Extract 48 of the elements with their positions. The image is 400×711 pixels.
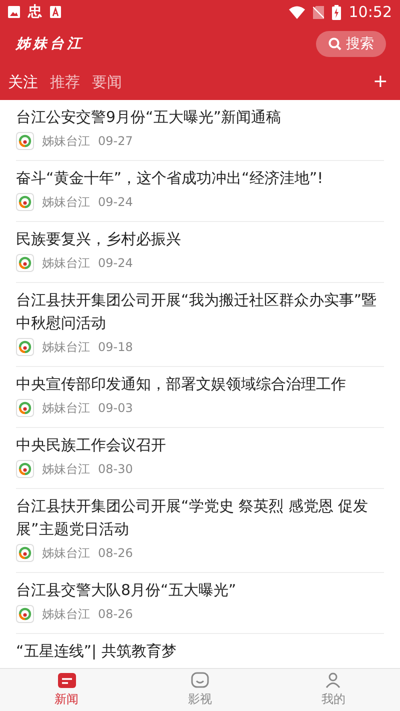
news-source: 姊妹台江 <box>42 461 90 478</box>
news-date: 09-24 <box>98 194 133 211</box>
bottom-nav-tab[interactable]: 新闻 <box>0 669 134 711</box>
news-date: 08-26 <box>98 606 133 623</box>
news-title[interactable]: 台江县交警大队8月份“五大曝光” <box>16 579 384 602</box>
news-title[interactable]: 奋斗“黄金十年”，这个省成功冲出“经济洼地”! <box>16 167 384 190</box>
news-date: 09-24 <box>98 255 133 272</box>
news-source: 姊妹台江 <box>42 606 90 623</box>
no-sim-icon <box>312 6 324 18</box>
news-title[interactable]: 台江县扶开集团公司开展“我为搬迁社区群众办实事”暨中秋慰问活动 <box>16 289 384 335</box>
news-title[interactable]: 中央民族工作会议召开 <box>16 434 384 457</box>
category-tab[interactable]: 关注 <box>8 70 38 94</box>
news-title[interactable]: 中央宣传部印发通知，部署文娱领域综合治理工作 <box>16 373 384 396</box>
news-title[interactable]: 台江县扶开集团公司开展“学党史 祭英烈 感党恩 促发展”主题党日活动 <box>16 495 384 541</box>
news-source: 姊妹台江 <box>42 339 90 356</box>
news-source: 姊妹台江 <box>42 545 90 562</box>
source-logo-icon <box>16 460 34 478</box>
source-logo-icon <box>16 544 34 562</box>
add-tab-button[interactable]: + <box>372 73 388 91</box>
app-title: 姊妹台江 <box>16 34 84 54</box>
news-title[interactable]: 民族要复兴，乡村必振兴 <box>16 228 384 251</box>
source-logo-icon <box>16 254 34 272</box>
news-date: 08-30 <box>98 461 133 478</box>
news-tab-icon <box>58 672 76 688</box>
news-date: 08-26 <box>98 545 133 562</box>
status-time: 10:52 <box>348 2 392 23</box>
picture-notification-icon <box>8 6 20 18</box>
battery-charging-icon <box>332 4 341 20</box>
source-logo-icon <box>16 605 34 623</box>
person-tab-icon <box>325 672 342 688</box>
news-source: 姊妹台江 <box>42 255 90 272</box>
search-icon <box>328 37 342 51</box>
news-title[interactable]: 台江公安交警9月份“五大曝光”新闻通稿 <box>16 106 384 129</box>
source-logo-icon <box>16 399 34 417</box>
wifi-icon <box>288 6 305 18</box>
news-date: 09-18 <box>98 339 133 356</box>
news-title[interactable]: “五星连线”| 共筑教育梦 <box>16 640 384 663</box>
notification-glyph: 忠 <box>28 2 42 22</box>
source-logo-icon <box>16 193 34 211</box>
news-source: 姊妹台江 <box>42 194 90 211</box>
news-source: 姊妹台江 <box>42 133 90 150</box>
source-logo-icon <box>16 338 34 356</box>
news-source: 姊妹台江 <box>42 400 90 417</box>
source-logo-icon <box>16 132 34 150</box>
app-notification-icon <box>50 6 61 18</box>
smiley-tab-icon <box>190 672 209 688</box>
news-date: 09-27 <box>98 133 133 150</box>
news-date: 09-03 <box>98 400 133 417</box>
